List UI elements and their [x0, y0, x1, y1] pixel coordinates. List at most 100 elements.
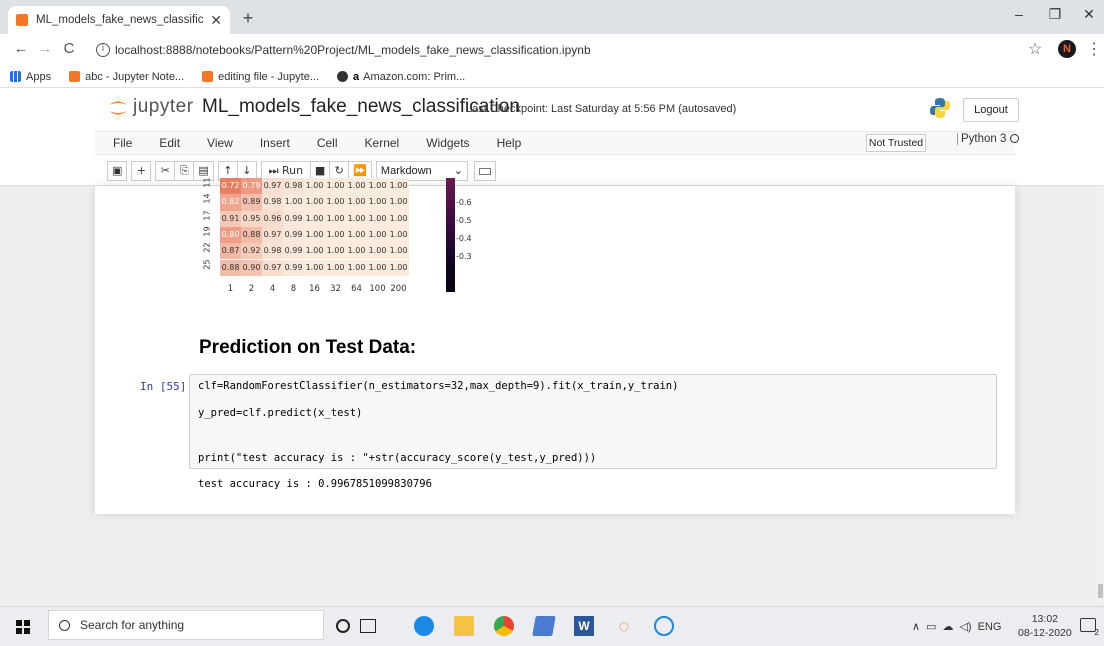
heatmap-cell: 1.00 [325, 243, 346, 260]
windows-start-icon[interactable] [16, 620, 30, 634]
jupyter-logo-text[interactable]: jupyter [133, 96, 194, 118]
heatmap-cell: 0.98 [283, 178, 304, 195]
bookmark-label: editing file - Jupyte... [218, 70, 320, 83]
heatmap-y-label: 19 [202, 226, 212, 237]
kernel-name: Python 3 [961, 133, 1007, 145]
insert-cell-icon[interactable]: + [131, 161, 152, 181]
section-heading: Prediction on Test Data: [199, 337, 417, 358]
onedrive-icon[interactable]: ☁ [942, 620, 953, 633]
notification-center-icon[interactable]: 2 [1080, 618, 1099, 637]
cortana-icon[interactable] [336, 619, 350, 633]
heatmap-cell: 0.99 [283, 259, 304, 276]
jupyter-logo-icon[interactable] [106, 96, 130, 120]
heatmap-cell: 1.00 [388, 259, 409, 276]
heatmap-cell: 0.72 [220, 178, 241, 195]
bookmark-star-icon[interactable]: ☆ [1028, 39, 1042, 59]
heatmap-y-label: 11 [202, 178, 212, 188]
info-icon[interactable]: i [96, 43, 110, 57]
url-field[interactable]: i localhost:8888/notebooks/Pattern%20Pro… [96, 38, 1036, 62]
scrollbar-thumb[interactable] [1098, 584, 1103, 598]
heatmap-cell: 0.99 [283, 243, 304, 260]
menu-view[interactable]: View [207, 136, 233, 150]
heatmap-cell: 0.90 [241, 259, 262, 276]
heatmap-cell: 0.92 [241, 243, 262, 260]
heatmap-cell: 1.00 [304, 226, 325, 244]
code-line-3: print("test accuracy is : "+str(accuracy… [198, 452, 597, 464]
input-prompt: In [55]: [140, 380, 193, 393]
menu-kernel[interactable]: Kernel [365, 136, 400, 150]
volume-icon[interactable]: ◁) [959, 620, 971, 633]
jupyter-bookmark-icon [202, 71, 214, 82]
word-icon[interactable]: W [574, 616, 594, 636]
close-tab-icon[interactable]: ✕ [210, 12, 222, 29]
menu-widgets[interactable]: Widgets [426, 136, 469, 150]
heatmap-x-label: 200 [390, 283, 407, 294]
chrome-icon[interactable] [494, 616, 514, 636]
heatmap-cell: 1.00 [325, 259, 346, 276]
jupyter-favicon-icon [16, 14, 28, 26]
profile-avatar[interactable]: N [1058, 40, 1076, 58]
browser-tab[interactable]: ML_models_fake_news_classificat ✕ [8, 6, 230, 34]
logout-button[interactable]: Logout [963, 98, 1019, 122]
bookmark-label: Apps [26, 70, 52, 83]
network-icon[interactable]: ▭ [926, 620, 936, 633]
heatmap-cell: 1.00 [304, 178, 325, 195]
edge-icon[interactable] [414, 616, 434, 636]
heatmap-cell: 0.89 [241, 194, 262, 211]
heatmap-cell: 1.00 [304, 194, 325, 211]
bookmark-editing-file[interactable]: editing file - Jupyte... [202, 71, 319, 83]
heatmap-cell: 0.79 [241, 178, 262, 195]
forward-button[interactable]: → [36, 40, 54, 57]
copy-icon[interactable]: ⎘ [174, 161, 195, 181]
bookmark-apps[interactable]: Apps [10, 71, 51, 83]
browser-menu-icon[interactable]: ⋮ [1086, 39, 1102, 59]
task-view-icon[interactable] [360, 619, 376, 633]
page-scrollbar[interactable] [1096, 186, 1104, 606]
heatmap-cell: 1.00 [346, 178, 367, 195]
heatmap-cell: 0.98 [262, 243, 283, 260]
bookmark-abc-jupyter[interactable]: abc - Jupyter Note... [69, 71, 184, 83]
apps-grid-icon [10, 71, 21, 82]
minimize-button[interactable]: – [1004, 6, 1034, 22]
heatmap-cell: 1.00 [367, 194, 388, 211]
close-window-button[interactable]: ✕ [1074, 6, 1104, 23]
bookmark-amazon[interactable]: a Amazon.com: Prim... [337, 71, 465, 83]
taskbar-clock[interactable]: 13:02 08-12-2020 [1018, 612, 1072, 640]
run-label: Run [281, 164, 304, 177]
heatmap-output: 11 0.72 0.79 0.97 0.98 1.00 1.00 1.00 1.00 1.00 14… [198, 178, 498, 310]
save-icon[interactable]: ▣ [107, 161, 128, 181]
menu-edit[interactable]: Edit [159, 136, 180, 150]
jupyter-taskbar-icon[interactable]: ◌ [614, 616, 634, 636]
maximize-button[interactable]: ❐ [1040, 6, 1070, 23]
menu-help[interactable]: Help [497, 136, 522, 150]
cell-output: test accuracy is : 0.9967851099830796 [198, 478, 432, 490]
menu-cell[interactable]: Cell [317, 136, 338, 150]
language-indicator[interactable]: ENG [978, 621, 1002, 633]
heatmap-cell: 0.91 [220, 210, 241, 227]
heatmap-cell: 1.00 [388, 194, 409, 211]
globe-icon [337, 71, 349, 82]
cut-icon[interactable]: ✂ [155, 161, 176, 181]
file-explorer-icon[interactable] [454, 616, 474, 636]
heatmap-cell: 1.00 [367, 226, 388, 244]
internet-explorer-icon[interactable] [654, 616, 674, 636]
menu-file[interactable]: File [113, 136, 132, 150]
paint-icon[interactable] [532, 616, 556, 636]
kernel-idle-icon [1010, 134, 1020, 143]
heatmap-cell: 1.00 [304, 210, 325, 227]
amazon-icon: a [353, 70, 360, 83]
back-button[interactable]: ← [12, 40, 30, 57]
search-placeholder: Search for anything [80, 618, 185, 632]
reload-button[interactable]: C [60, 40, 78, 57]
heatmap-cell: 1.00 [304, 259, 325, 276]
chevron-up-icon[interactable]: ∧ [912, 620, 920, 633]
menu-insert[interactable]: Insert [260, 136, 290, 150]
new-tab-button[interactable]: + [238, 8, 258, 29]
heatmap-cell: 1.00 [388, 243, 409, 260]
heatmap-cell: 0.88 [241, 226, 262, 244]
code-cell-input[interactable]: clf=RandomForestClassifier(n_estimators=… [189, 374, 997, 469]
trust-status-button[interactable]: Not Trusted [866, 134, 926, 152]
taskbar-search[interactable]: Search for anything [48, 610, 324, 640]
heatmap-colorbar [446, 178, 455, 292]
heatmap-cell: 1.00 [367, 178, 388, 195]
